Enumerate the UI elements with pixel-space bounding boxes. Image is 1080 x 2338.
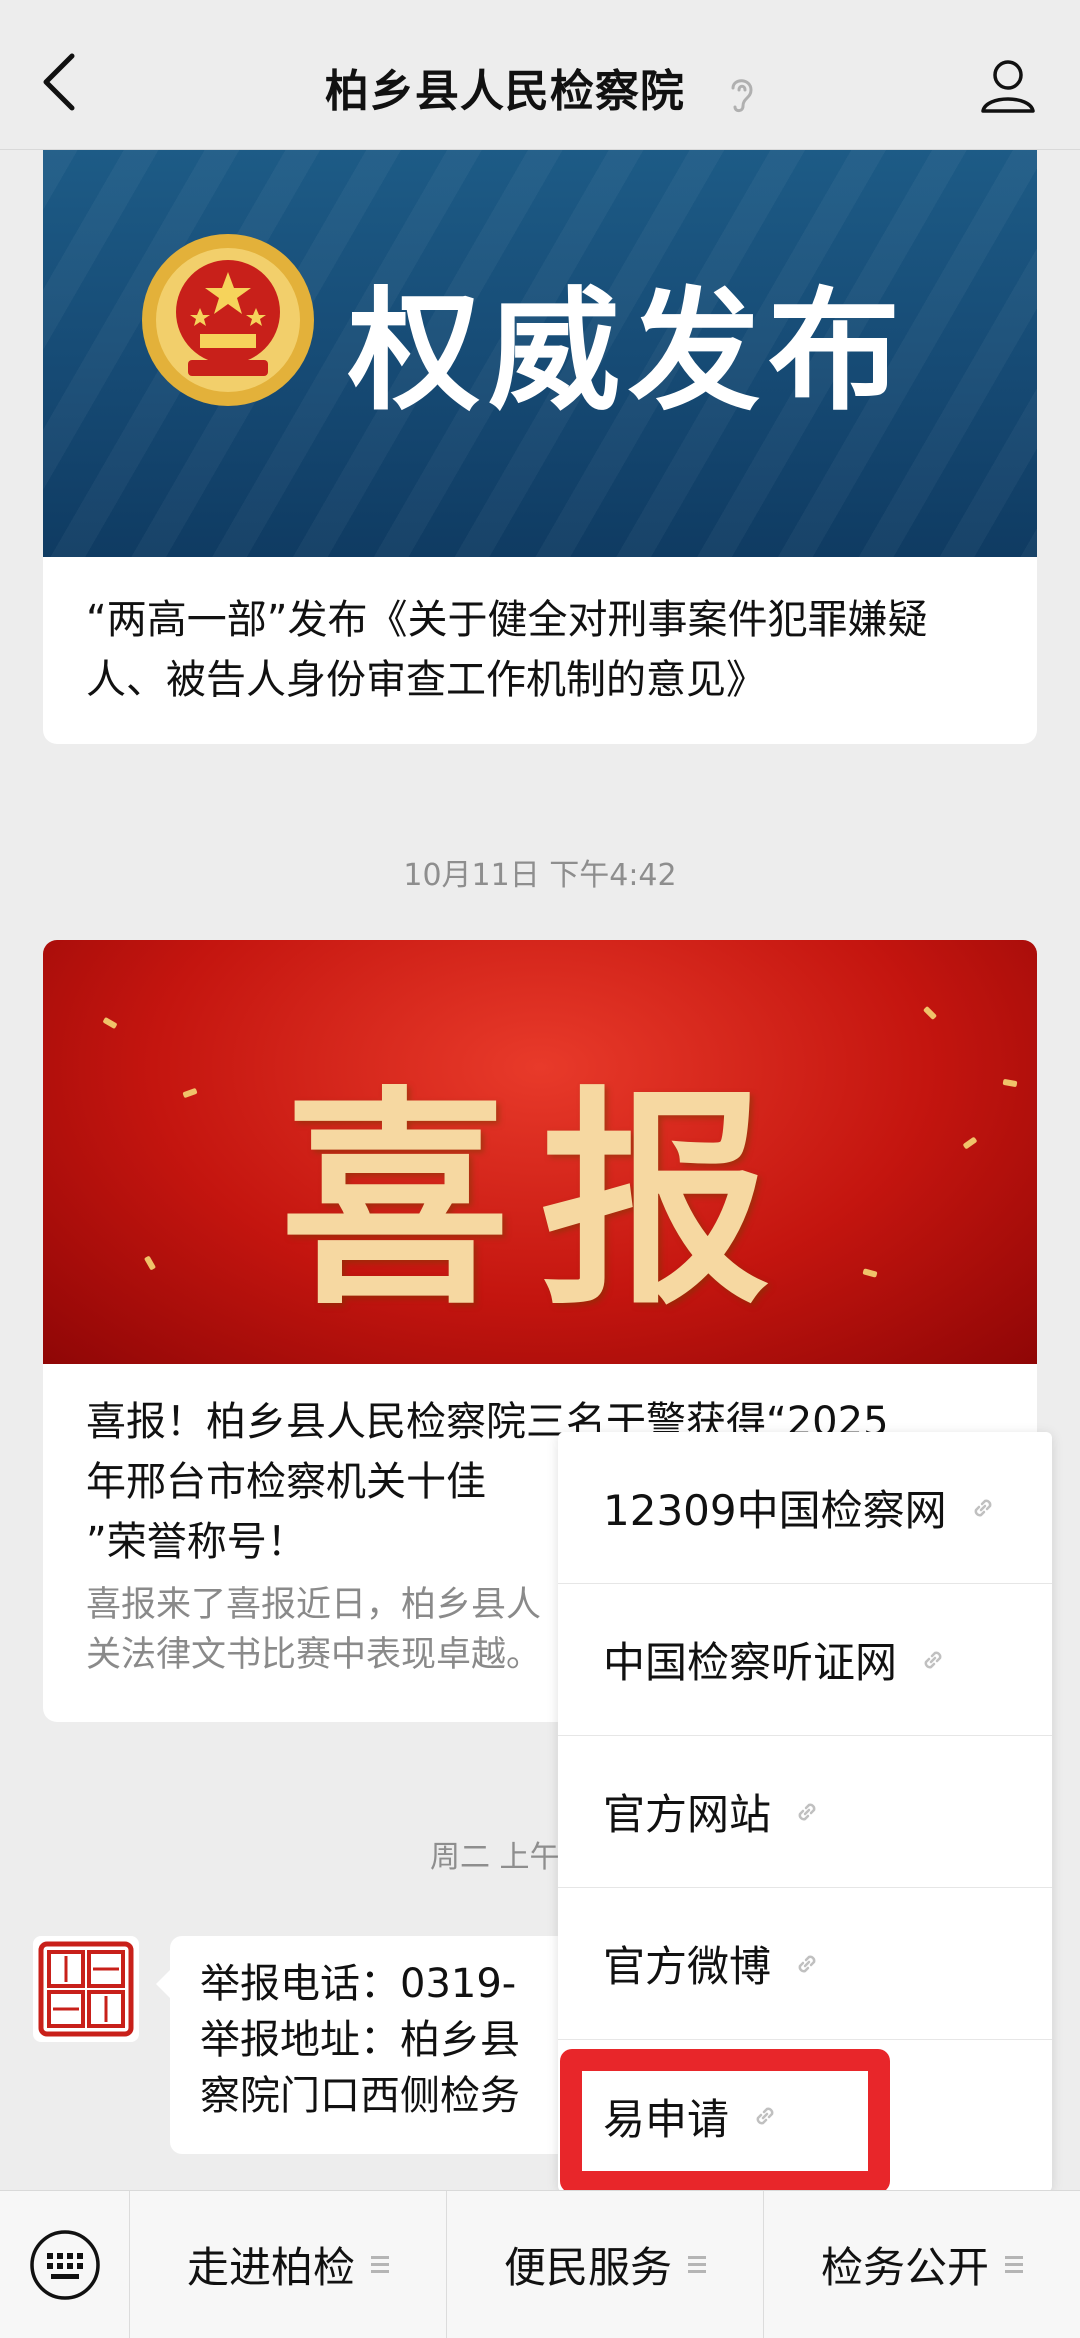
article-card-1[interactable]: 权威发布 “两高一部”发布《关于健全对刑事案件犯罪嫌疑人、被告人身份审查工作机制… (43, 150, 1037, 744)
top-bar: 柏乡县人民检察院 (0, 0, 1080, 150)
menu-item-easy-apply[interactable]: 易申请 (558, 2040, 1052, 2192)
message-line: 举报地址：柏乡县 (200, 2017, 520, 2063)
article-title[interactable]: “两高一部”发布《关于健全对刑事案件犯罪嫌疑人、被告人身份审查工作机制的意见》 (86, 590, 1001, 710)
article-banner-2: 喜报 (43, 940, 1037, 1364)
menu-item-label: 官方微博 (603, 1942, 772, 1991)
keyboard-icon (29, 2229, 100, 2300)
tab-about[interactable]: 走进柏检 (130, 2191, 447, 2338)
account-avatar[interactable] (33, 1936, 139, 2042)
menu-item-12309[interactable]: 12309中国检察网 (558, 1432, 1052, 1584)
page-title: 柏乡县人民检察院 (0, 55, 1080, 119)
link-icon (924, 1651, 942, 1668)
menu-item-label: 中国检察听证网 (603, 1638, 898, 1687)
tab-affairs[interactable]: 检务公开 (764, 2191, 1080, 2338)
menu-item-label: 12309中国检察网 (603, 1486, 947, 1535)
link-icon (798, 1955, 816, 1972)
tab-label: 便民服务 (503, 2243, 672, 2292)
link-icon (974, 1499, 992, 1516)
message-line: 举报电话：0319- (200, 1961, 517, 2007)
timestamp: 10月11日 下午4:42 (403, 858, 677, 893)
menu-item-weibo[interactable]: 官方微博 (558, 1888, 1052, 2040)
menu-lines-icon (1005, 2252, 1023, 2277)
tab-label: 走进柏检 (186, 2243, 355, 2292)
menu-lines-icon (371, 2252, 389, 2277)
tab-label: 检务公开 (820, 2243, 989, 2292)
menu-item-label: 易申请 (603, 2094, 730, 2144)
menu-item-hearing[interactable]: 中国检察听证网 (558, 1584, 1052, 1736)
tab-services[interactable]: 便民服务 (447, 2191, 764, 2338)
article-banner-1: 权威发布 (43, 150, 1037, 557)
link-icon (798, 1803, 816, 1820)
link-icon (756, 2107, 774, 2125)
menu-item-website[interactable]: 官方网站 (558, 1736, 1052, 1888)
banner-headline: 喜报 (280, 1066, 800, 1336)
account-name: 柏乡县人民检察院 (324, 66, 685, 117)
timestamp: 周二 上午 (430, 1840, 560, 1875)
keyboard-toggle[interactable] (0, 2191, 130, 2338)
banner-headline: 权威发布 (348, 274, 908, 429)
message-line: 察院门口西侧检务 (200, 2073, 520, 2119)
menu-item-label: 官方网站 (603, 1790, 772, 1839)
bottom-menu-bar: 走进柏检 便民服务 检务公开 (0, 2190, 1080, 2338)
submenu-popup: 12309中国检察网 中国检察听证网 官方网站 官方微博 易申请 (558, 1432, 1052, 2192)
profile-icon[interactable] (978, 55, 1038, 115)
ear-icon[interactable] (725, 74, 755, 114)
seal-logo-icon (38, 1941, 134, 2037)
procuratorate-emblem-icon (142, 234, 314, 406)
menu-lines-icon (688, 2252, 706, 2277)
